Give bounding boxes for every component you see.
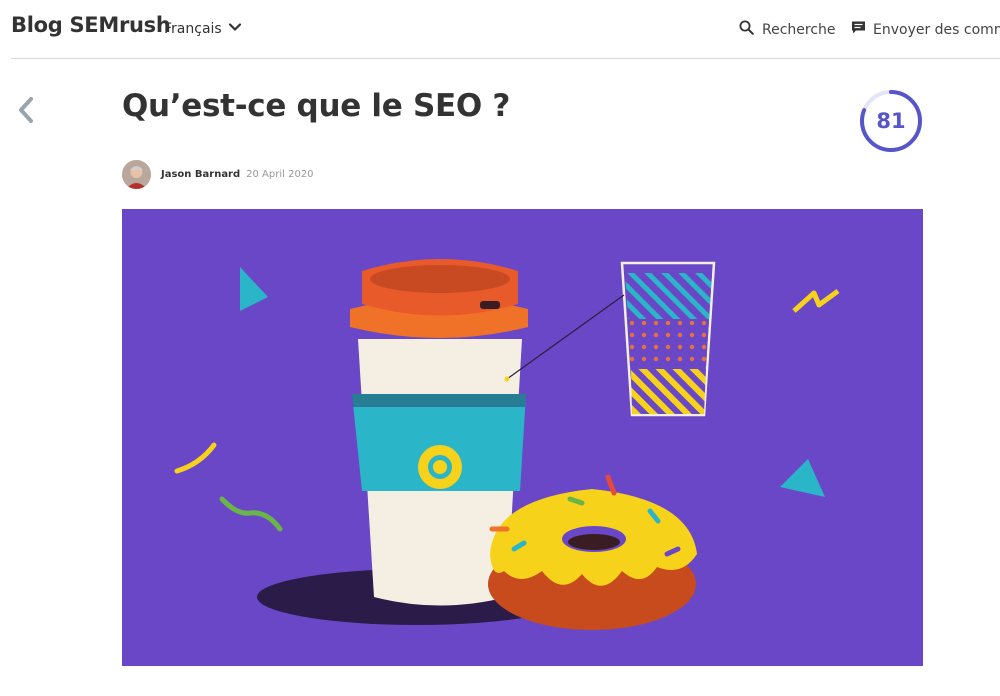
content-score-badge: 81 <box>858 88 924 154</box>
page-title: Qu’est-ce que le SEO ? <box>122 88 511 124</box>
chat-icon <box>851 20 866 39</box>
hero-illustration <box>122 209 923 666</box>
language-selector[interactable]: Français <box>164 20 242 38</box>
top-bar: Blog SEMrush Français Recherche Envoyer … <box>0 0 1000 58</box>
search-icon <box>739 20 754 39</box>
brand-logo[interactable]: Blog SEMrush <box>11 13 171 37</box>
feedback-label: Envoyer des commen <box>873 21 1000 38</box>
chevron-down-icon <box>228 20 242 38</box>
header-divider <box>11 58 1000 59</box>
score-value: 81 <box>876 109 906 133</box>
search-button[interactable]: Recherche <box>739 20 836 39</box>
language-label: Français <box>164 21 222 37</box>
author-name[interactable]: Jason Barnard <box>161 169 240 180</box>
avatar[interactable] <box>122 160 151 189</box>
publish-date: 20 April 2020 <box>246 169 314 180</box>
feedback-button[interactable]: Envoyer des commen <box>851 20 1000 39</box>
search-label: Recherche <box>762 21 836 38</box>
author-byline: Jason Barnard 20 April 2020 <box>122 160 314 189</box>
chevron-left-icon <box>19 97 33 123</box>
back-button[interactable] <box>14 96 38 124</box>
